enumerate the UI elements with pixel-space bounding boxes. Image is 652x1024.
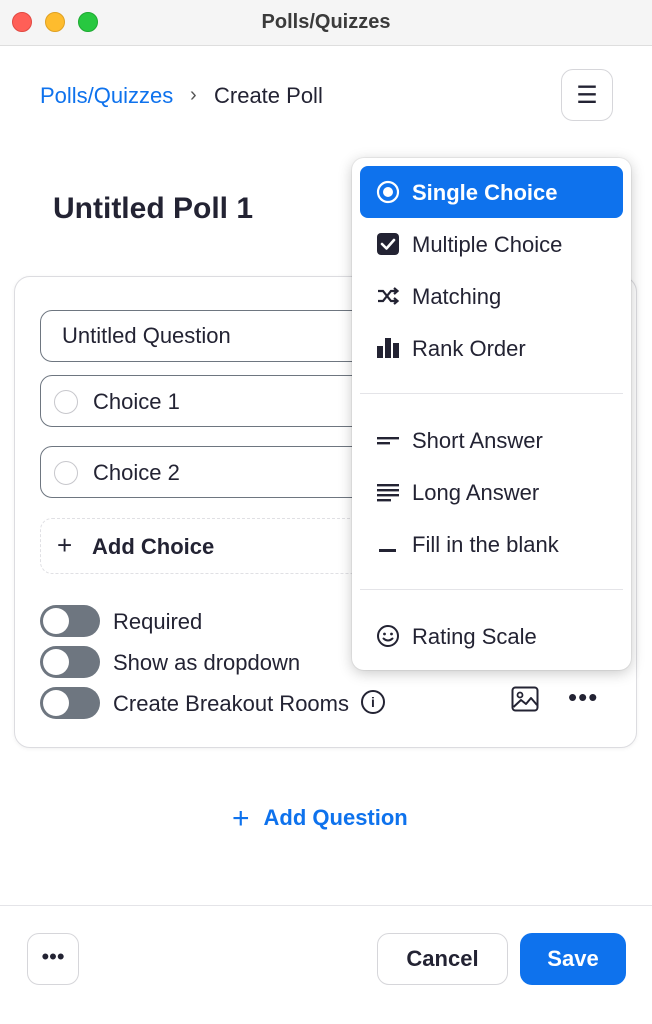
choice-2-input[interactable]: Choice 2 [40, 446, 370, 498]
menu-divider [360, 393, 623, 394]
choice-2-text: Choice 2 [93, 460, 180, 485]
toggle-knob [43, 690, 69, 716]
smiley-icon [377, 625, 399, 647]
menu-divider [360, 589, 623, 590]
image-icon[interactable] [511, 686, 539, 712]
add-question-label: Add Question [263, 805, 408, 830]
breakout-rooms-toggle[interactable] [40, 687, 100, 719]
toggle-knob [43, 608, 69, 634]
show-as-dropdown-label: Show as dropdown [113, 650, 301, 675]
breadcrumb-polls-link[interactable]: Polls/Quizzes [40, 83, 173, 109]
menu-item-fill-in-the-blank[interactable]: Fill in the blank [360, 518, 623, 570]
menu-item-long-answer[interactable]: Long Answer [360, 466, 623, 518]
window-title: Polls/Quizzes [261, 11, 391, 33]
plus-icon: + [57, 530, 73, 560]
add-choice-label: Add Choice [92, 534, 215, 559]
question-type-menu: Single Choice Multiple Choice Matching R… [352, 158, 631, 670]
more-options-icon[interactable]: ••• [568, 682, 598, 713]
required-toggle[interactable] [40, 605, 100, 637]
toggle-knob [43, 649, 69, 675]
menu-item-label: Fill in the blank [412, 532, 559, 557]
menu-item-multiple-choice[interactable]: Multiple Choice [360, 218, 623, 270]
menu-item-label: Short Answer [412, 428, 543, 453]
menu-item-label: Multiple Choice [412, 232, 563, 257]
add-question-button[interactable]: + Add Question [232, 799, 408, 835]
window-titlebar: Polls/Quizzes [0, 0, 652, 46]
add-choice-button[interactable]: + Add Choice [40, 518, 370, 574]
radio-icon [54, 461, 78, 485]
menu-item-matching[interactable]: Matching [360, 270, 623, 322]
menu-item-short-answer[interactable]: Short Answer [360, 414, 623, 466]
show-as-dropdown-toggle[interactable] [40, 646, 100, 678]
breadcrumb-current: Create Poll [214, 83, 323, 108]
cancel-button[interactable]: Cancel [377, 933, 508, 985]
menu-item-label: Rank Order [412, 336, 526, 361]
required-label: Required [113, 609, 203, 634]
menu-item-rank-order[interactable]: Rank Order [360, 322, 623, 374]
menu-item-label: Matching [412, 284, 502, 309]
shuffle-icon [378, 287, 400, 305]
choice-1-text: Choice 1 [93, 389, 180, 414]
breakout-rooms-label: Create Breakout Rooms [113, 691, 349, 716]
question-type-menu-button[interactable]: ☰ [561, 69, 613, 121]
question-title-input[interactable]: Untitled Question [40, 310, 370, 362]
hamburger-icon: ☰ [576, 81, 598, 109]
radio-icon [54, 390, 78, 414]
menu-item-single-choice[interactable]: Single Choice [360, 166, 623, 218]
menu-item-label: Long Answer [412, 480, 540, 505]
radio-selected-icon [376, 180, 400, 204]
bar-chart-icon [377, 338, 399, 358]
footer-divider [0, 905, 652, 906]
poll-title[interactable]: Untitled Poll 1 [53, 192, 253, 226]
choice-1-input[interactable]: Choice 1 [40, 375, 370, 427]
footer-more-button[interactable]: ••• [27, 933, 79, 985]
plus-icon: + [232, 802, 250, 835]
long-lines-icon [377, 484, 399, 502]
info-icon[interactable]: i [361, 690, 385, 714]
menu-item-label: Rating Scale [412, 624, 537, 649]
menu-item-rating-scale[interactable]: Rating Scale [360, 610, 623, 662]
menu-item-label: Single Choice [412, 180, 558, 205]
blank-line-icon [379, 549, 396, 552]
short-lines-icon [377, 437, 399, 445]
checkbox-icon [377, 233, 399, 255]
save-button[interactable]: Save [520, 933, 626, 985]
chevron-right-icon: › [190, 84, 197, 106]
